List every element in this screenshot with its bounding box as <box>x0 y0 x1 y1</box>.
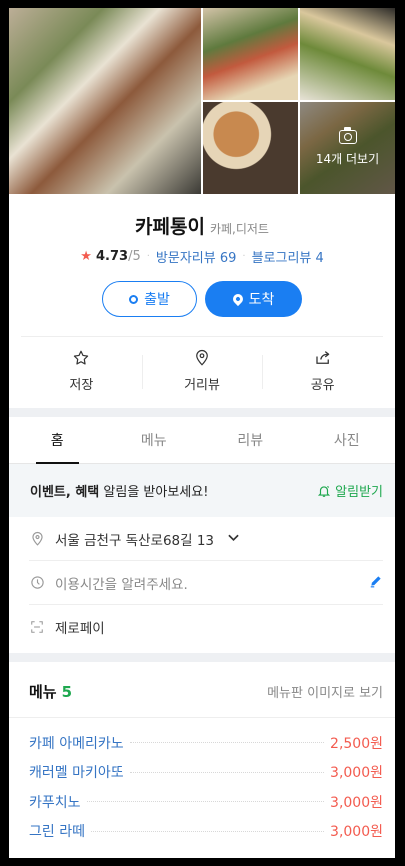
dotted-leader <box>90 830 325 832</box>
place-category: 카페,디저트 <box>209 222 269 236</box>
dotted-leader <box>129 771 325 773</box>
location-pin-icon <box>230 291 245 307</box>
location-pin-icon <box>194 349 210 367</box>
notification-text: 이벤트, 혜택 알림을 받아보세요! <box>30 481 208 500</box>
bell-icon <box>318 485 331 497</box>
menu-item[interactable]: 캐러멜 마키아또 3,000원 <box>29 758 383 788</box>
tab-bar: 홈 메뉴 리뷰 사진 <box>9 417 395 464</box>
origin-icon <box>129 294 139 304</box>
info-list: 서울 금천구 독산로68길 13 이용시간을 알려주세요. 제로페이 <box>9 517 395 649</box>
photo-main[interactable] <box>9 8 201 194</box>
menu-item-price: 3,000원 <box>330 824 383 841</box>
street-view-button[interactable]: 거리뷰 <box>141 349 263 393</box>
notification-rest: 알림을 받아보세요! <box>99 485 209 500</box>
edit-icon[interactable] <box>369 574 383 592</box>
menu-item-price: 3,000원 <box>330 794 383 811</box>
place-header: 카페통이 카페,디저트 ★ 4.73/5 · 방문자리뷰 69 · 블로그리뷰 … <box>9 194 395 317</box>
tab-review[interactable]: 리뷰 <box>202 417 299 463</box>
rating-max: /5 <box>128 249 141 264</box>
photo-grid: 14개 더보기 <box>9 8 395 194</box>
location-pin-icon <box>29 531 45 547</box>
action-bar: 저장 거리뷰 공유 <box>21 336 383 404</box>
tab-menu[interactable]: 메뉴 <box>106 417 203 463</box>
separator-dot: · <box>146 251 150 262</box>
dotted-leader <box>129 742 325 744</box>
visitor-reviews-link[interactable]: 방문자리뷰 69 <box>156 247 236 266</box>
save-button[interactable]: 저장 <box>21 349 142 393</box>
notification-banner: 이벤트, 혜택 알림을 받아보세요! 알림받기 <box>9 464 395 517</box>
photo-thumb[interactable] <box>203 102 298 194</box>
place-name: 카페통이 <box>135 216 205 238</box>
rating-row: ★ 4.73/5 · 방문자리뷰 69 · 블로그리뷰 4 <box>9 247 395 266</box>
menu-item-price: 2,500원 <box>330 735 383 752</box>
menu-item[interactable]: 카푸치노 3,000원 <box>29 787 383 817</box>
share-icon <box>314 349 332 367</box>
subscribe-alert-label: 알림받기 <box>335 485 383 500</box>
blog-reviews-link[interactable]: 블로그리뷰 4 <box>252 247 324 266</box>
payment-row: 제로페이 <box>29 605 383 649</box>
photo-thumb[interactable] <box>300 8 395 100</box>
menu-title-text: 메뉴 <box>29 683 57 701</box>
scan-icon <box>29 620 45 634</box>
hours-prompt: 이용시간을 알려주세요. <box>55 576 188 593</box>
subscribe-alert-button[interactable]: 알림받기 <box>317 481 383 500</box>
star-icon: ★ <box>80 249 92 264</box>
photo-more-overlay: 14개 더보기 <box>300 102 395 194</box>
menu-list: 카페 아메리카노 2,500원 캐러멜 마키아또 3,000원 카푸치노 3,0… <box>9 718 395 846</box>
menu-item-name: 그린 라떼 <box>29 824 85 841</box>
menu-header: 메뉴 5 메뉴판 이미지로 보기 <box>9 666 395 718</box>
notification-bold: 이벤트, 혜택 <box>30 485 100 500</box>
tab-photo[interactable]: 사진 <box>299 417 396 463</box>
photo-thumb[interactable] <box>203 8 298 100</box>
arrive-button[interactable]: 도착 <box>205 281 302 317</box>
clock-icon <box>29 575 45 590</box>
camera-icon <box>338 126 357 144</box>
menu-item-name: 카페 아메리카노 <box>29 735 124 752</box>
section-divider <box>9 408 395 417</box>
menu-count: 5 <box>61 683 73 701</box>
share-button[interactable]: 공유 <box>262 349 383 393</box>
menu-item[interactable]: 그린 라떼 3,000원 <box>29 817 383 847</box>
start-button[interactable]: 출발 <box>102 281 197 317</box>
more-photos-label: 14개 더보기 <box>315 151 380 166</box>
menu-item-price: 3,000원 <box>330 765 383 782</box>
section-divider <box>9 653 395 662</box>
star-outline-icon <box>72 349 90 367</box>
menu-image-link[interactable]: 메뉴판 이미지로 보기 <box>267 682 383 701</box>
rating-value: 4.73 <box>95 249 129 264</box>
photo-more[interactable]: 14개 더보기 <box>300 102 395 194</box>
chevron-down-icon[interactable] <box>228 532 239 545</box>
share-label: 공유 <box>310 377 335 393</box>
tab-home[interactable]: 홈 <box>9 417 106 464</box>
place-detail-panel: 14개 더보기 카페통이 카페,디저트 ★ 4.73/5 · 방문자리뷰 69 … <box>9 8 395 858</box>
separator-dot: · <box>242 251 246 262</box>
dotted-leader <box>86 801 325 803</box>
payment-text: 제로페이 <box>55 621 105 637</box>
hours-row[interactable]: 이용시간을 알려주세요. <box>29 561 383 605</box>
start-button-label: 출발 <box>144 292 170 308</box>
save-label: 저장 <box>69 377 94 393</box>
menu-item-name: 카푸치노 <box>29 794 81 811</box>
menu-item-name: 캐러멜 마키아또 <box>29 765 124 782</box>
address-row[interactable]: 서울 금천구 독산로68길 13 <box>29 517 383 561</box>
arrive-button-label: 도착 <box>248 292 275 308</box>
street-view-label: 거리뷰 <box>184 377 220 393</box>
menu-item[interactable]: 카페 아메리카노 2,500원 <box>29 728 383 758</box>
menu-title: 메뉴 5 <box>29 681 72 702</box>
address-text: 서울 금천구 독산로68길 13 <box>55 532 215 549</box>
route-buttons: 출발 도착 <box>9 281 395 317</box>
